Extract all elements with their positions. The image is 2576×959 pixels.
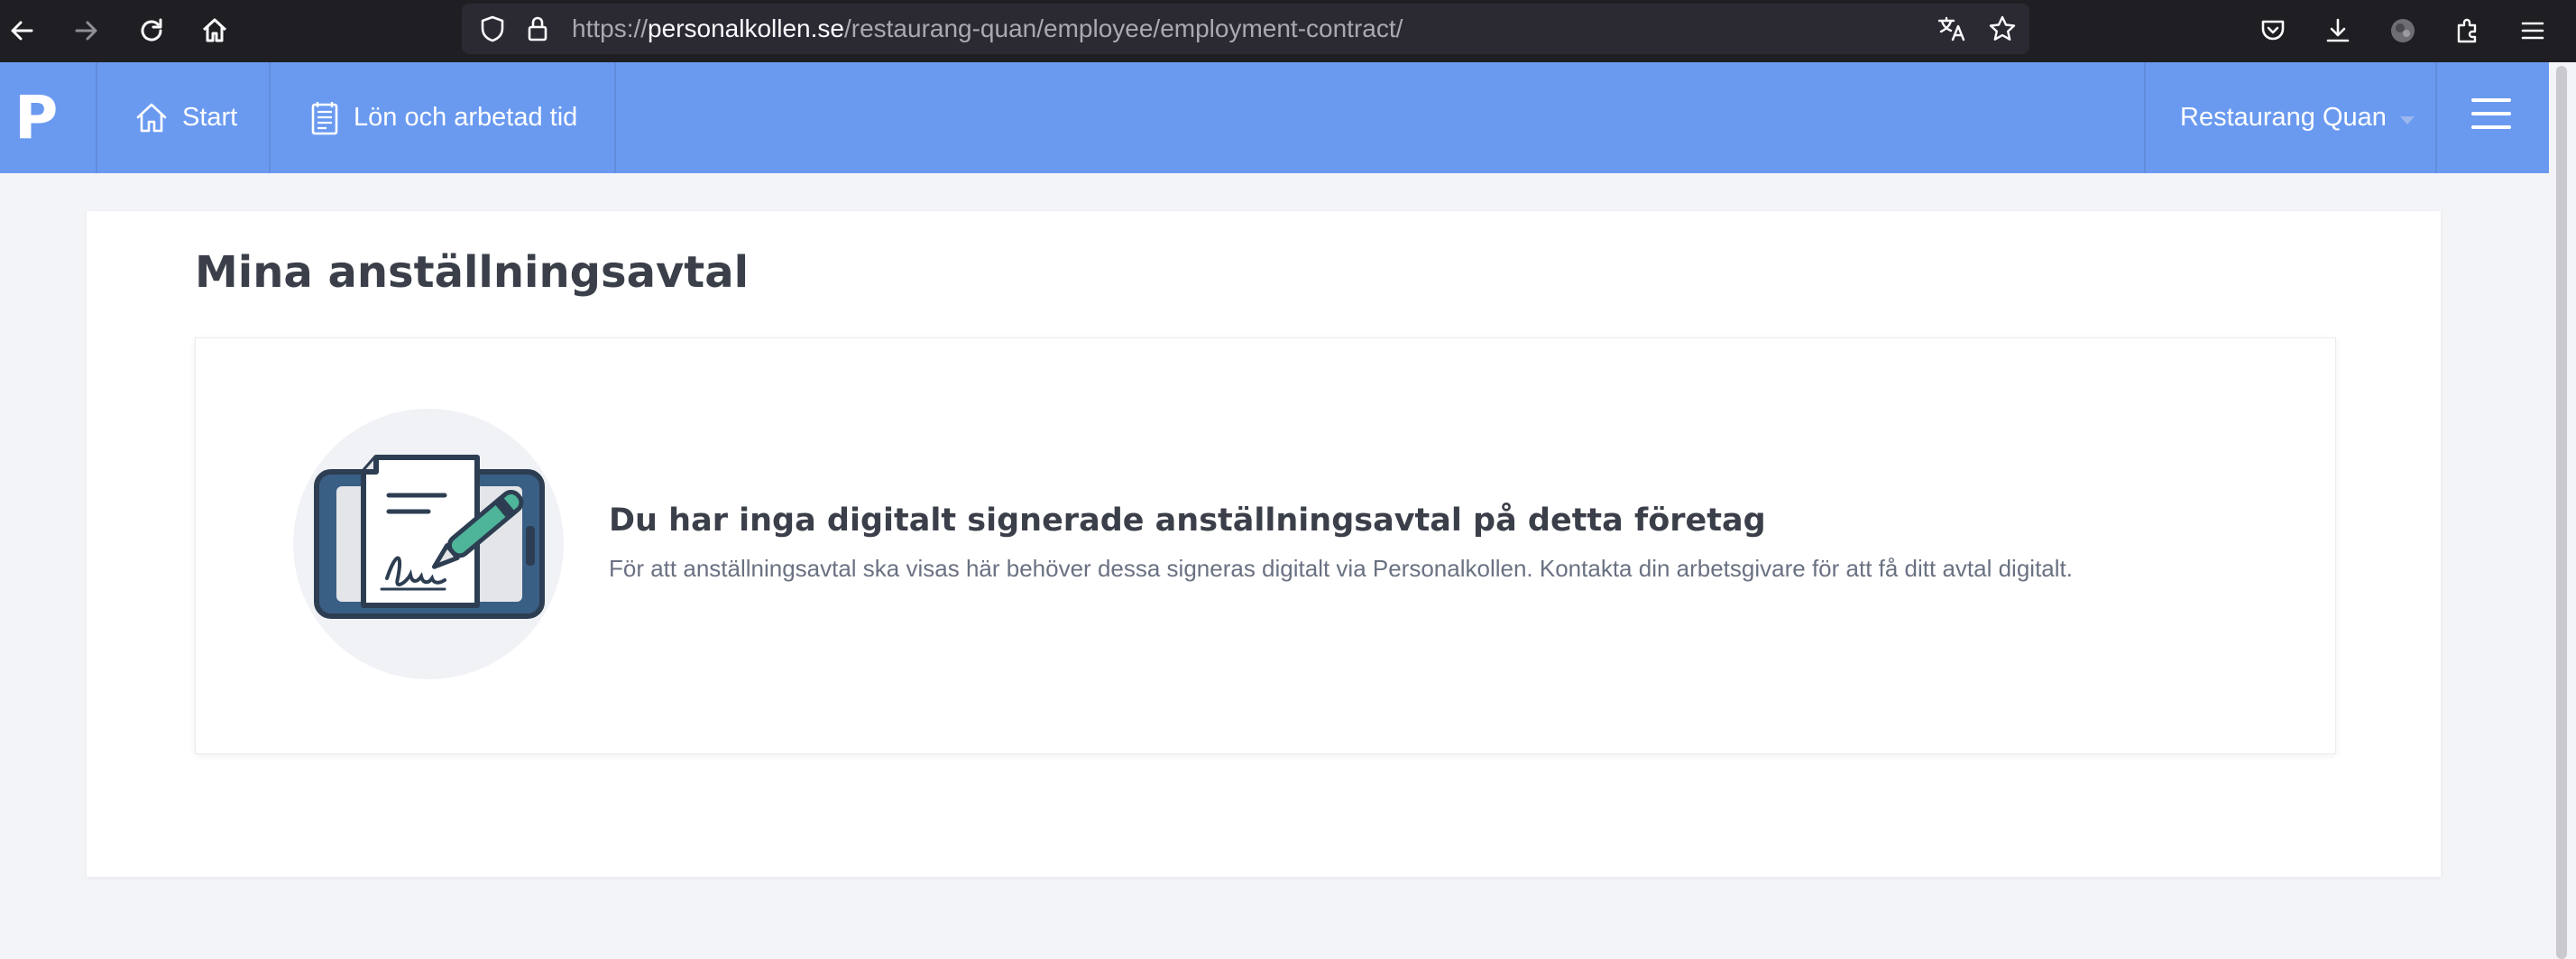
page-scrollbar[interactable] [2549, 62, 2576, 959]
reload-icon[interactable] [132, 11, 171, 51]
url-host: personalkollen.se [648, 14, 844, 42]
nav-divider [614, 62, 616, 173]
nav-divider [269, 62, 271, 173]
nav-item-start[interactable]: Start [133, 62, 237, 173]
empty-state-description: För att anställningsavtal ska visas här … [609, 555, 2073, 582]
company-selector[interactable]: Restaurang Quan [2180, 62, 2387, 173]
scrollbar-thumb[interactable] [2556, 66, 2567, 959]
nav-divider [96, 62, 97, 173]
nav-item-label: Lön och arbetad tid [354, 103, 578, 132]
pocket-icon[interactable] [2253, 11, 2293, 51]
content-card: Mina anställningsavtal Du har inga digit… [87, 211, 2441, 877]
chevron-down-icon[interactable] [2400, 116, 2415, 124]
browser-toolbar: https://personalkollen.se/restaurang-qua… [0, 0, 2576, 62]
profile-avatar-icon[interactable] [2383, 11, 2423, 51]
app-menu-icon[interactable] [2513, 11, 2553, 51]
forward-icon[interactable] [67, 11, 106, 51]
url-path: /restaurang-quan/employee/employment-con… [843, 14, 1403, 42]
home-icon[interactable] [195, 11, 235, 51]
empty-state-title: Du har inga digitalt signerade anställni… [609, 503, 1766, 539]
lock-icon[interactable] [518, 9, 557, 49]
page-title: Mina anställningsavtal [195, 247, 750, 298]
download-icon[interactable] [2318, 11, 2358, 51]
document-list-icon [311, 101, 338, 134]
home-icon [136, 103, 167, 132]
url-bar[interactable]: https://personalkollen.se/restaurang-qua… [462, 4, 2029, 54]
empty-state-panel: Du har inga digitalt signerade anställni… [195, 337, 2336, 754]
bookmark-star-icon[interactable] [1983, 9, 2022, 49]
brand-logo[interactable]: P [0, 62, 96, 173]
nav-item-label: Start [182, 103, 238, 132]
hamburger-menu-icon[interactable] [2471, 98, 2511, 138]
translate-icon[interactable] [1932, 9, 1972, 49]
nav-item-salary-worked-time[interactable]: Lön och arbetad tid [308, 62, 577, 173]
url-scheme: https:// [572, 14, 649, 42]
nav-divider [2435, 62, 2437, 173]
nav-divider [2144, 62, 2146, 173]
back-icon[interactable] [2, 11, 41, 51]
app-navbar: P Start Lön och arbetad tid Restaurang Q… [0, 62, 2549, 173]
extensions-icon[interactable] [2448, 11, 2488, 51]
url-text[interactable]: https://personalkollen.se/restaurang-qua… [572, 4, 1403, 54]
tracking-shield-icon[interactable] [473, 9, 512, 49]
signed-contract-tablet-icon [293, 409, 564, 679]
